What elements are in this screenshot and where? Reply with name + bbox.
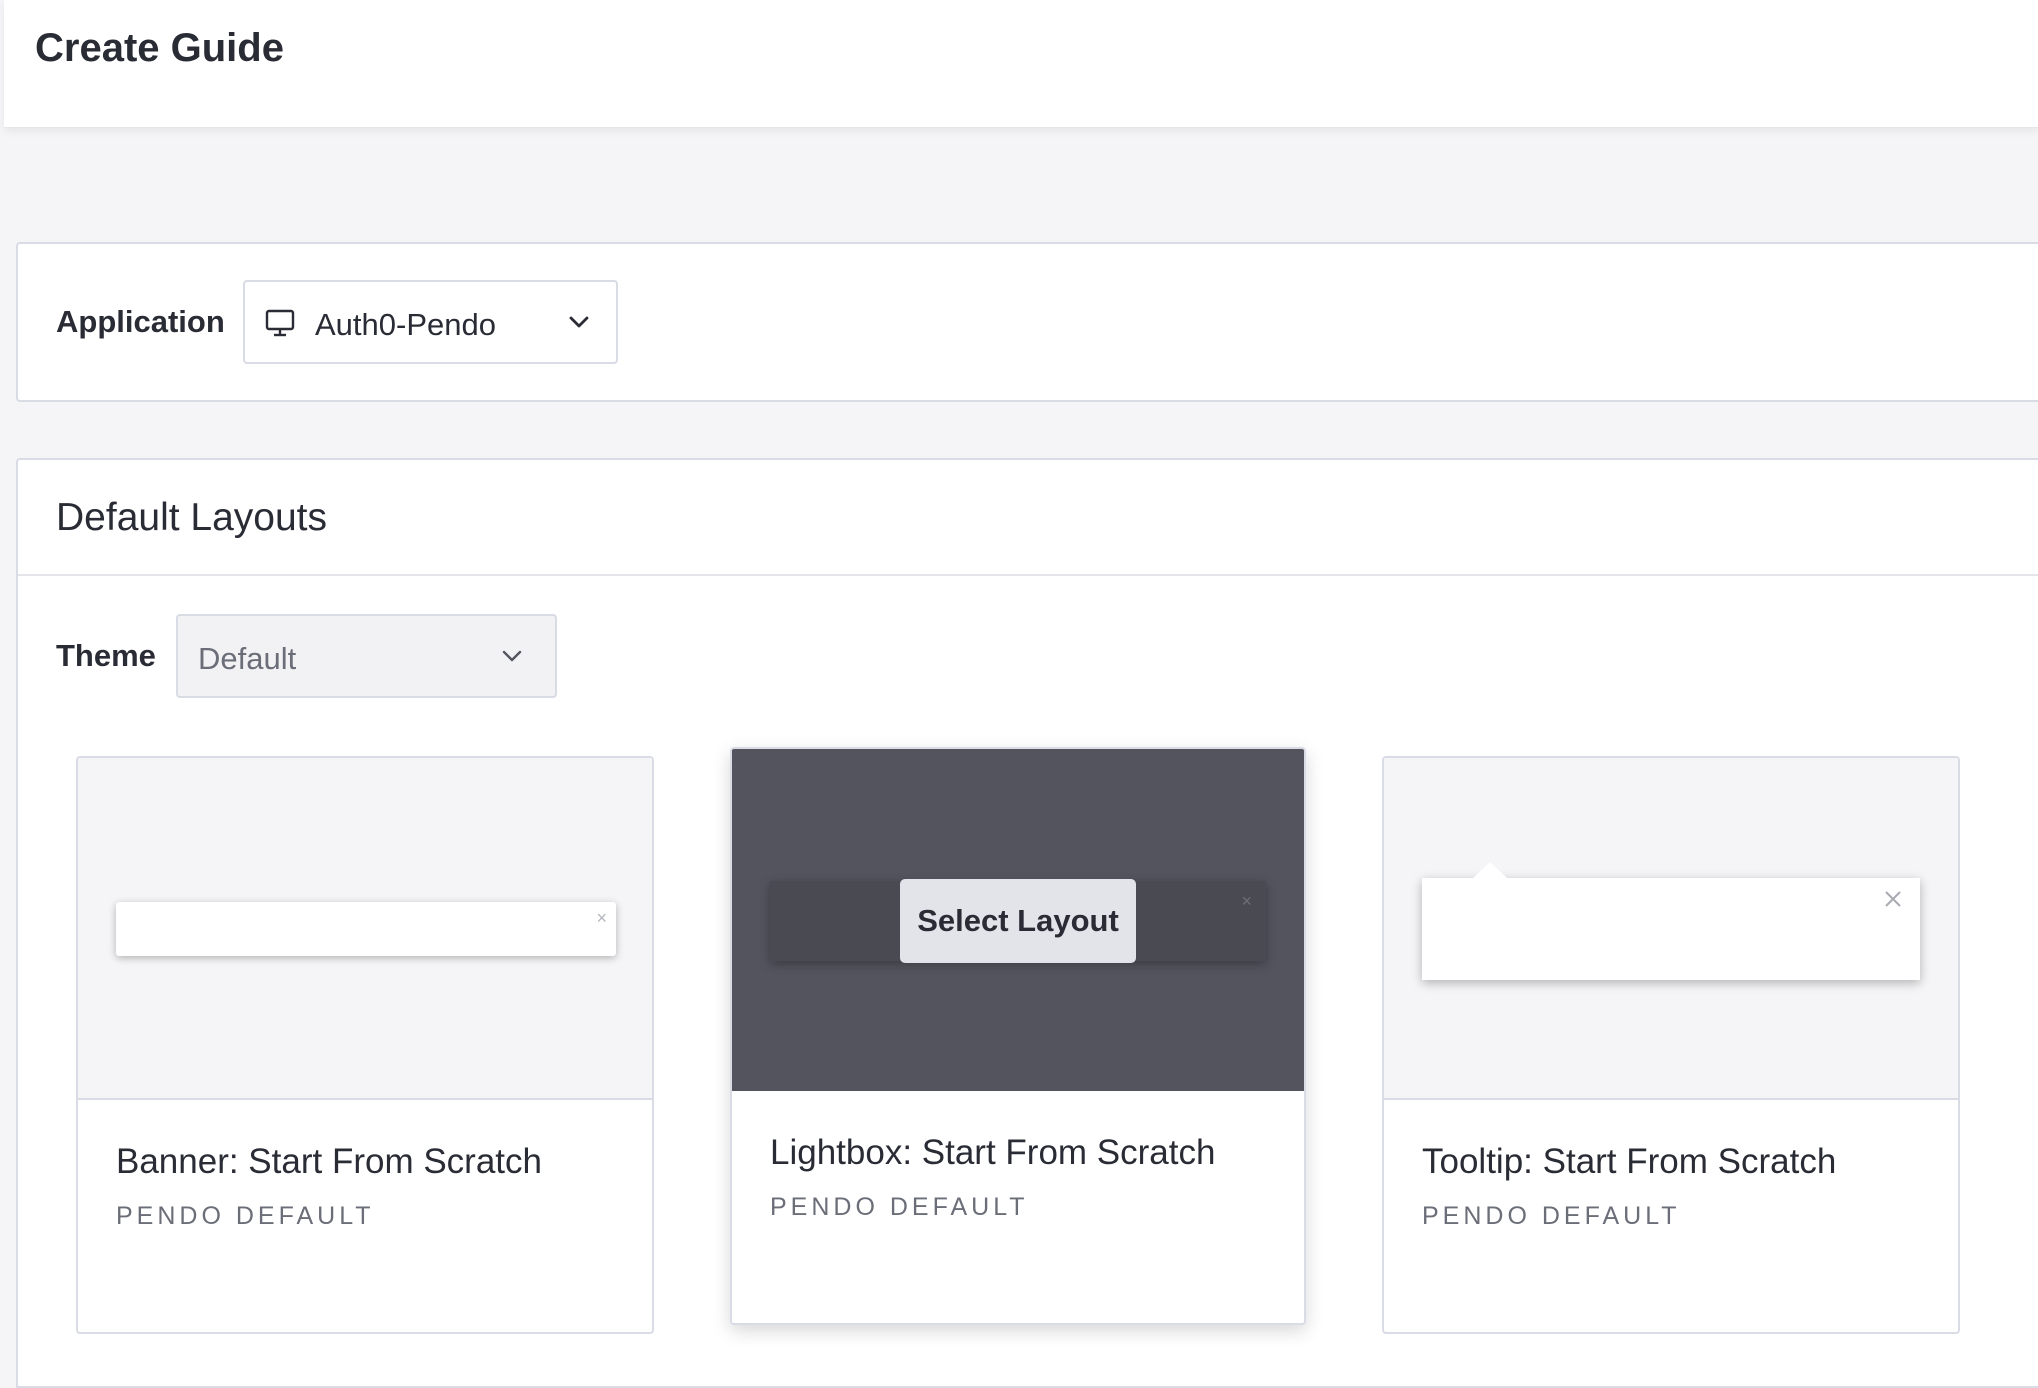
lightbox-preview: × Select Layout (732, 749, 1304, 1091)
tooltip-preview (1384, 758, 1958, 1100)
application-panel: Application Auth0-Pendo (16, 242, 2038, 402)
tooltip-preview-box (1422, 862, 1920, 980)
layout-card-banner[interactable]: × Banner: Start From Scratch PENDO DEFAU… (76, 756, 654, 1334)
page-header: Create Guide (4, 0, 2038, 128)
close-icon (1882, 888, 1904, 915)
close-icon: × (1241, 891, 1252, 911)
layout-card-title: Banner: Start From Scratch (116, 1142, 542, 1181)
banner-preview: × (78, 758, 652, 1100)
chevron-down-icon (567, 312, 591, 337)
page-title: Create Guide (35, 26, 284, 70)
layout-card-title: Tooltip: Start From Scratch (1422, 1142, 1837, 1181)
theme-select-value: Default (198, 641, 297, 676)
monitor-icon (265, 308, 295, 343)
select-layout-button[interactable]: Select Layout (900, 879, 1136, 963)
layout-card-subtitle: PENDO DEFAULT (770, 1193, 1029, 1221)
layout-card-tooltip[interactable]: Tooltip: Start From Scratch PENDO DEFAUL… (1382, 756, 1960, 1334)
application-label: Application (56, 304, 225, 339)
default-layouts-panel: Default Layouts Theme Default × Banner: … (16, 458, 2038, 1388)
theme-select[interactable]: Default (176, 614, 557, 698)
application-select[interactable]: Auth0-Pendo (243, 280, 618, 364)
layout-card-title: Lightbox: Start From Scratch (770, 1133, 1216, 1172)
default-layouts-title: Default Layouts (56, 496, 328, 539)
layout-card-lightbox[interactable]: × Select Layout Lightbox: Start From Scr… (730, 747, 1306, 1325)
layout-card-subtitle: PENDO DEFAULT (1422, 1202, 1681, 1230)
layout-card-subtitle: PENDO DEFAULT (116, 1202, 375, 1230)
divider (18, 574, 2038, 576)
application-select-value: Auth0-Pendo (315, 307, 496, 342)
chevron-down-icon (500, 646, 524, 671)
tooltip-arrow (1472, 862, 1508, 879)
theme-label: Theme (56, 638, 156, 673)
banner-preview-bar: × (116, 902, 616, 956)
close-icon: × (596, 908, 607, 928)
